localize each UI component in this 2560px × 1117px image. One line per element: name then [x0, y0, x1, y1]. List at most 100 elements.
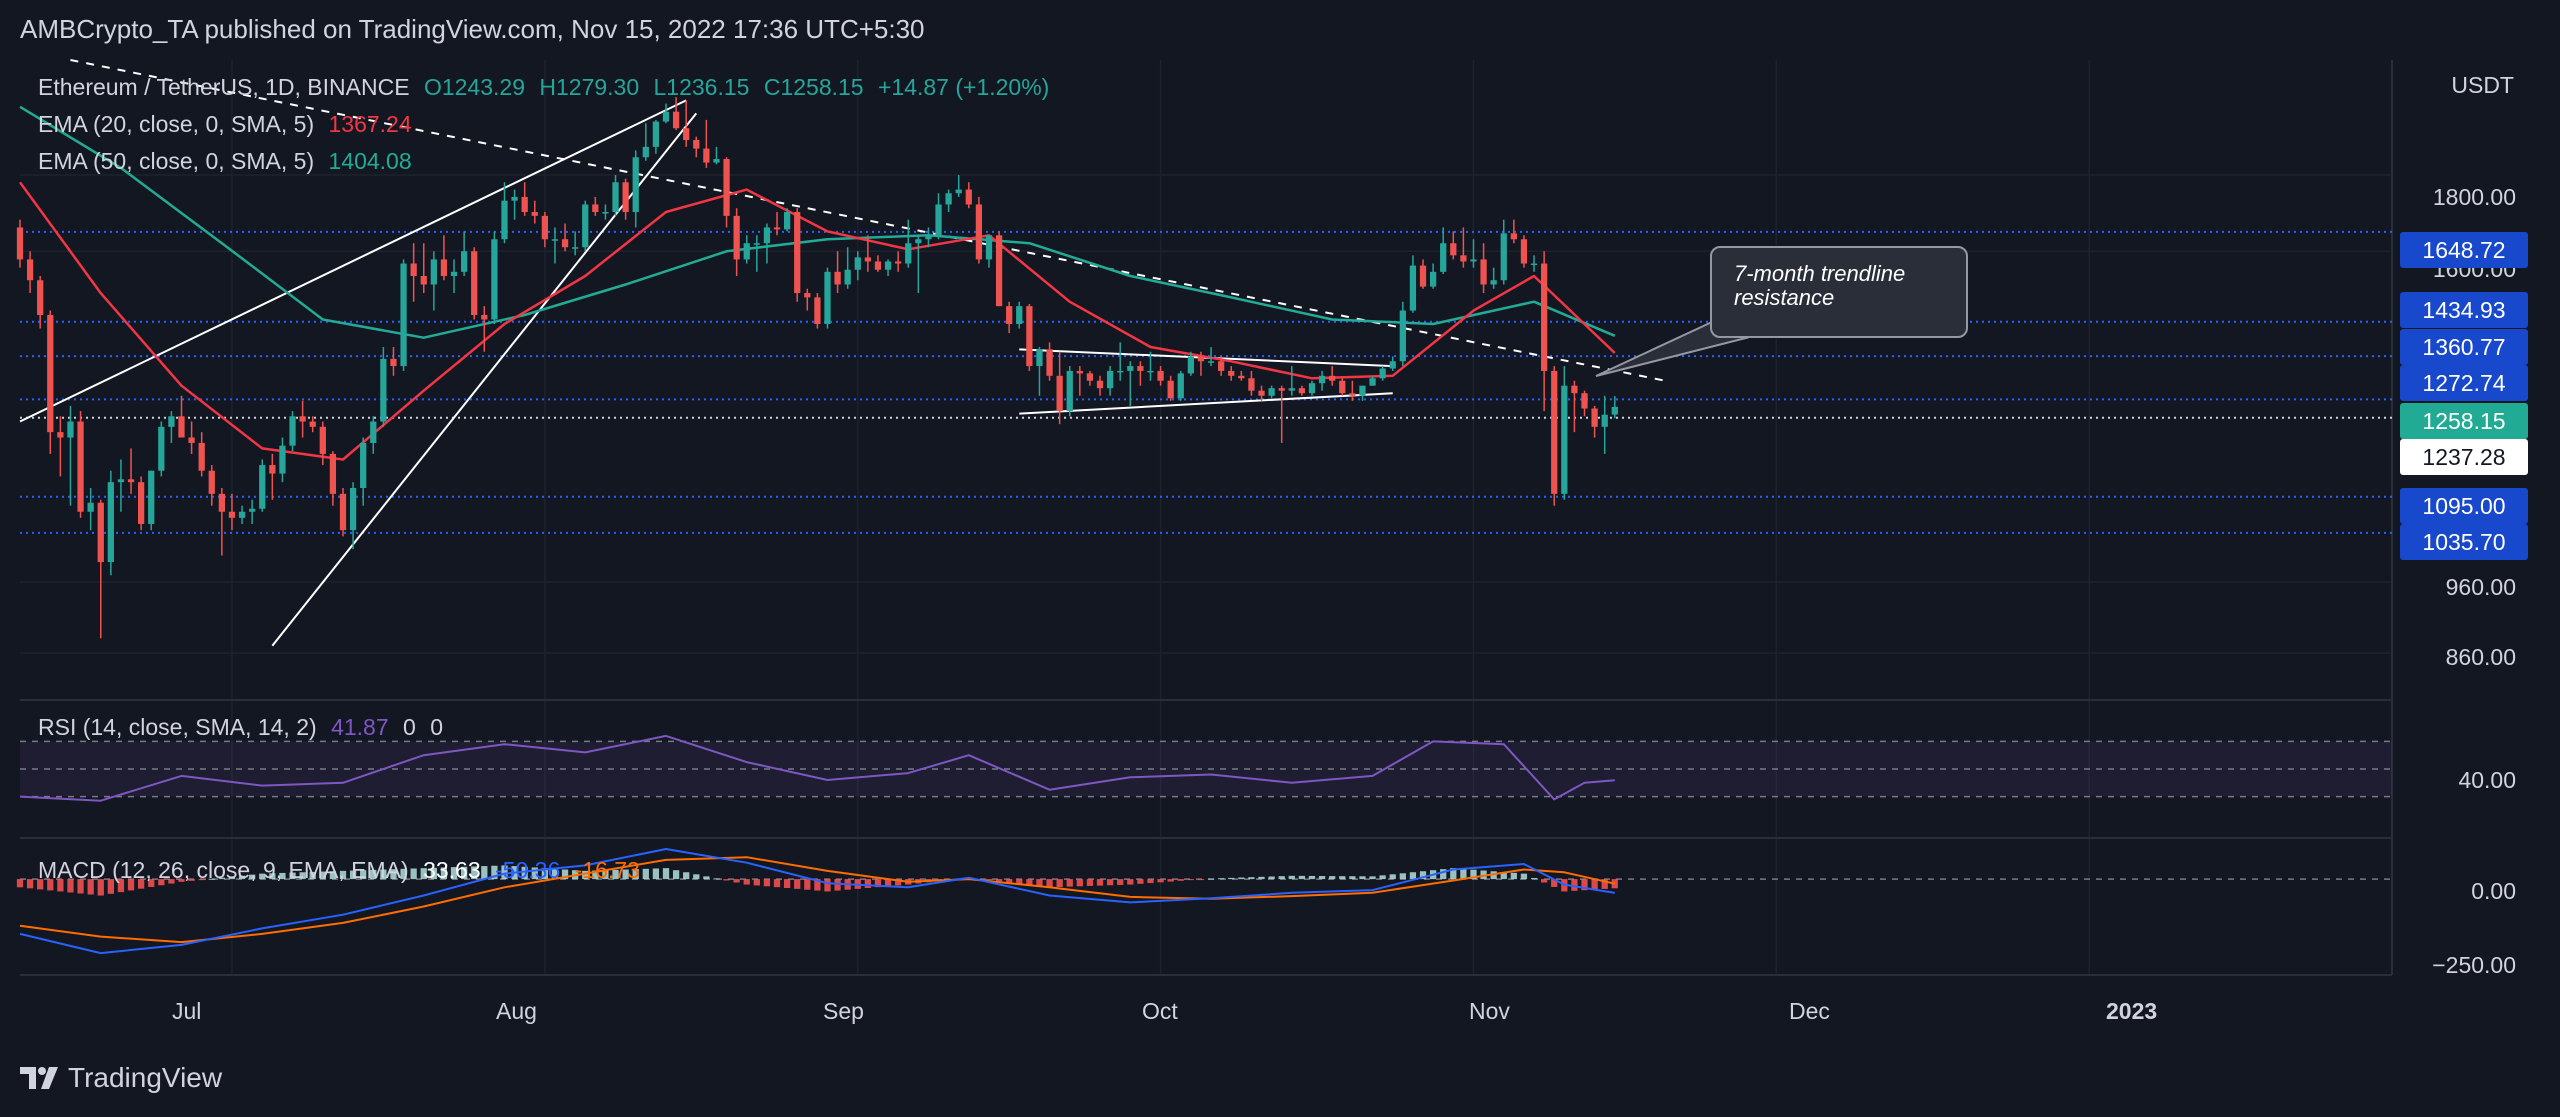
macd-histogram-bar	[1218, 878, 1225, 880]
candle-body	[1369, 378, 1376, 386]
candle-body	[854, 257, 861, 270]
macd-histogram-bar	[763, 879, 771, 887]
candle-body	[1318, 375, 1326, 384]
candle-body	[279, 445, 286, 474]
symbol-legend[interactable]: Ethereum / TetherUS, 1D, BINANCE O1243.2…	[38, 74, 1057, 101]
price-tick: 860.00	[2445, 644, 2516, 670]
macd-histogram-bar	[1197, 879, 1205, 881]
macd-histogram-bar	[1510, 872, 1517, 880]
macd-histogram-bar	[1389, 874, 1396, 880]
time-tick: Sep	[823, 998, 864, 1024]
candle-body	[592, 204, 599, 213]
rsi-legend[interactable]: RSI (14, close, SMA, 14, 2) 41.87 0 0	[38, 714, 451, 741]
candle-body	[1349, 393, 1356, 396]
candle-body	[1036, 349, 1043, 367]
macd-histogram-bar	[1207, 878, 1215, 880]
price-tick: 960.00	[2445, 574, 2516, 600]
candle-body	[1450, 243, 1457, 256]
candle-body	[995, 235, 1003, 307]
macd-histogram-bar	[1086, 879, 1094, 886]
candle-body	[299, 416, 306, 422]
candle-body	[935, 204, 942, 236]
ema20-legend[interactable]: EMA (20, close, 0, SMA, 5) 1367.24	[38, 111, 420, 138]
candle-body	[693, 140, 700, 149]
candle-body	[1086, 373, 1094, 381]
macd-tick: 0.00	[2471, 878, 2516, 904]
candle-body	[188, 437, 195, 443]
macd-histogram-bar	[1157, 879, 1164, 883]
candle-body	[97, 502, 104, 563]
trendline-annotation[interactable]: 7-month trendline resistance	[1710, 246, 1968, 338]
candle-body	[1419, 265, 1427, 287]
time-tick: Nov	[1469, 998, 1510, 1024]
pattern-trendline	[1019, 392, 1393, 415]
macd-histogram-bar	[753, 879, 760, 886]
currency-label: USDT	[2451, 72, 2514, 98]
macd-histogram-bar	[1308, 875, 1316, 880]
candle-body	[1571, 385, 1578, 394]
ohlc-open: O1243.29	[423, 74, 525, 100]
candle-body	[1096, 380, 1104, 389]
ema20-label: EMA (20, close, 0, SMA, 5)	[38, 111, 315, 137]
candle-body	[652, 121, 660, 147]
candle-body	[1106, 370, 1114, 389]
candle-body	[1470, 259, 1477, 262]
candle-body	[1611, 406, 1618, 415]
candle-body	[683, 128, 690, 141]
candle-body	[1409, 265, 1417, 311]
time-tick: Oct	[1142, 998, 1178, 1024]
candle-body	[339, 493, 347, 531]
candle-body	[37, 280, 44, 316]
candle-body	[329, 453, 337, 494]
macd-histogram-bar	[1288, 875, 1295, 880]
macd-histogram-bar	[1117, 879, 1124, 885]
candle-body	[501, 200, 508, 240]
macd-histogram-bar	[1298, 875, 1306, 880]
candle-body	[87, 502, 94, 512]
ema50-label: EMA (50, close, 0, SMA, 5)	[38, 148, 315, 174]
macd-histogram-bar	[773, 879, 781, 888]
candle-body	[218, 493, 226, 512]
candle-body	[1076, 370, 1083, 374]
candle-body	[249, 508, 256, 512]
macd-label: MACD (12, 26, close, 9, EMA, EMA)	[38, 857, 409, 883]
candle-body	[1399, 310, 1406, 362]
candle-body	[1258, 390, 1265, 396]
candle-body	[238, 511, 246, 518]
macd-legend[interactable]: MACD (12, 26, close, 9, EMA, EMA) 33.63 …	[38, 857, 648, 884]
rsi-label: RSI (14, close, SMA, 14, 2)	[38, 714, 317, 740]
macd-histogram-bar	[26, 879, 34, 889]
rsi-value: 41.87	[331, 714, 389, 740]
ema50-legend[interactable]: EMA (50, close, 0, SMA, 5) 1404.08	[38, 148, 420, 175]
candle-body	[148, 470, 155, 524]
candle-body	[1429, 271, 1437, 287]
resistance-trendline	[70, 59, 1666, 382]
candle-body	[1510, 233, 1517, 240]
candle-body	[1006, 306, 1013, 324]
candle-body	[26, 259, 34, 281]
candle-body	[1268, 388, 1275, 396]
candle-body	[582, 204, 589, 248]
candle-body	[440, 259, 448, 277]
candle-body	[1218, 361, 1225, 371]
macd-histogram-bar	[1056, 879, 1063, 887]
candle-body	[814, 297, 821, 324]
candle-body	[1339, 380, 1346, 394]
candle-body	[804, 293, 811, 298]
macd-histogram-bar	[1460, 868, 1467, 880]
candle-body	[1551, 370, 1558, 494]
candle-body	[915, 239, 922, 244]
candle-body	[1460, 255, 1467, 262]
tradingview-icon	[20, 1067, 58, 1089]
candle-body	[168, 416, 175, 427]
tradingview-logo[interactable]: TradingView	[20, 1062, 222, 1094]
candle-body	[632, 157, 639, 213]
candle-body	[380, 358, 387, 422]
candle-body	[1278, 388, 1285, 391]
macd-histogram-bar	[804, 879, 811, 890]
candle-body	[1440, 243, 1447, 272]
macd-histogram-bar	[1127, 879, 1134, 885]
candle-body	[763, 227, 771, 244]
macd-histogram-bar	[1096, 879, 1104, 886]
candle-body	[561, 239, 569, 248]
